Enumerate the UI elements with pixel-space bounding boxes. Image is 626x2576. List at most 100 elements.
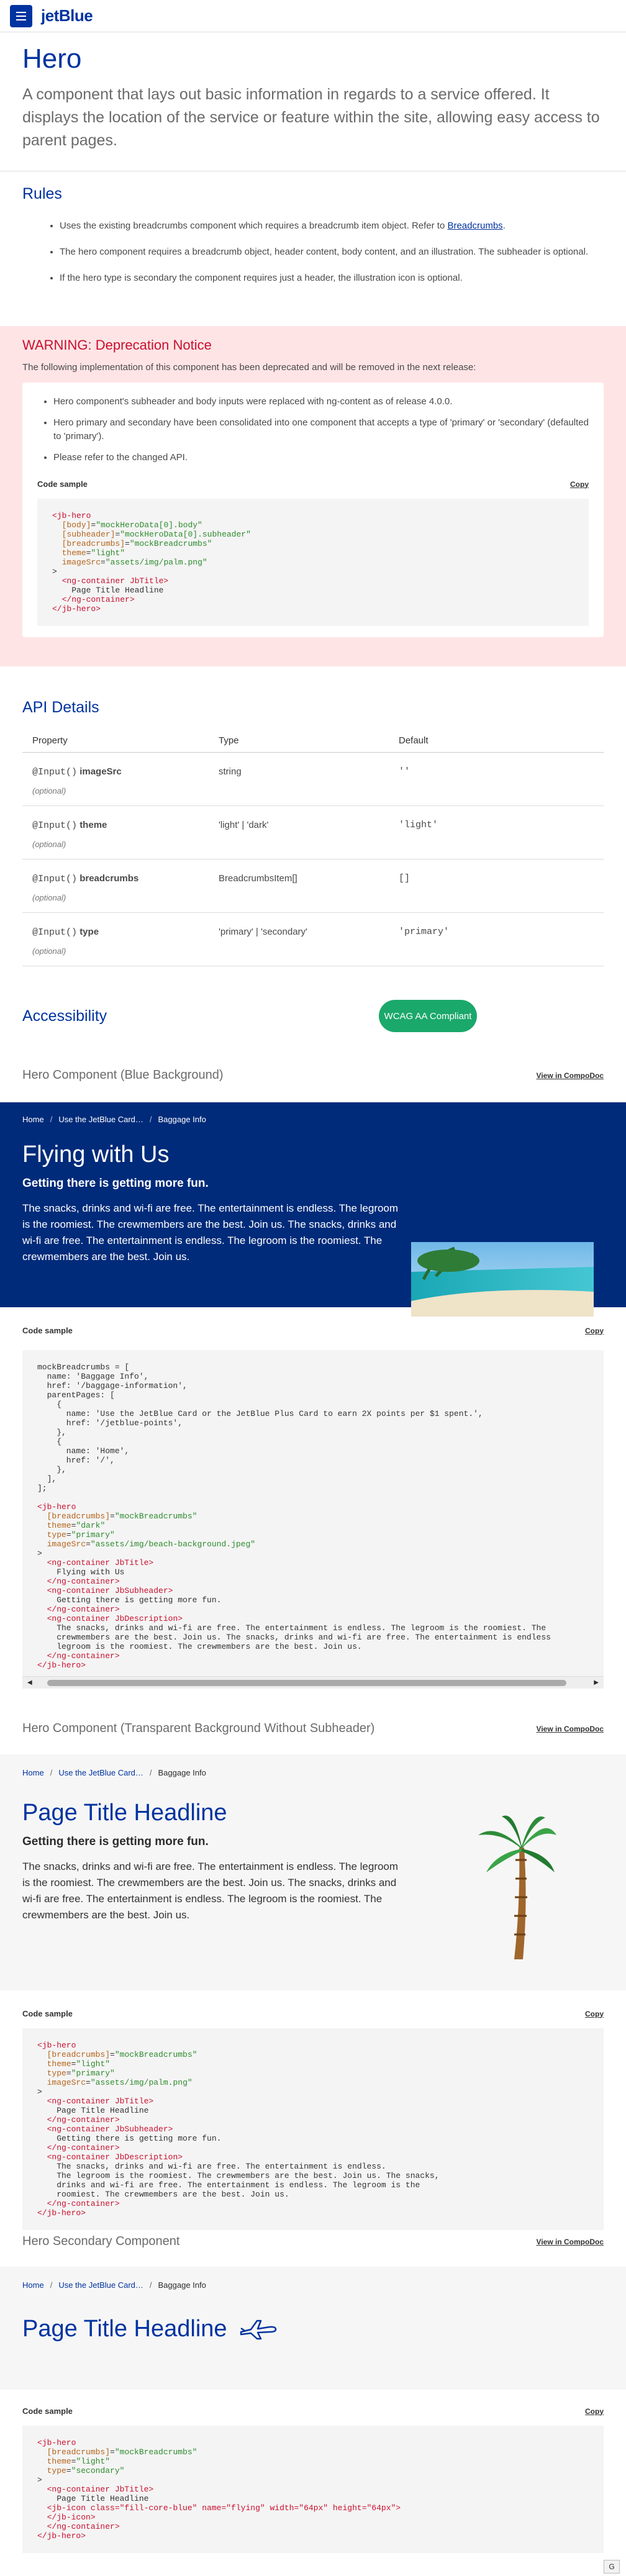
table-row: @Input() imageSrc (optional) string '' [22,752,604,806]
table-row: @Input() type (optional) 'primary' | 'sec… [22,912,604,966]
rule-item: If the hero type is secondary the compon… [60,271,604,285]
corner-g-button[interactable]: G [604,2560,620,2574]
property-type: string [209,752,389,806]
page-title: Hero [22,43,82,74]
demo-header: Hero Component (Transparent Background W… [0,1721,626,1736]
breadcrumb-home[interactable]: Home [22,2280,44,2290]
column-header: Property [22,729,209,753]
rules-section: Rules Uses the existing breadcrumbs comp… [0,185,626,297]
table-row: @Input() breadcrumbs (optional) Breadcrum… [22,859,604,913]
decorator: @Input() [32,820,78,831]
demo-heading: Hero Secondary Component [22,2234,180,2248]
breadcrumb-home[interactable]: Home [22,1115,44,1124]
code-sample-header: Code sample Copy [22,2009,604,2018]
code-block[interactable]: <jb-hero [body]="mockHeroData[0].body" [… [37,499,589,626]
breadcrumb-current: Baggage Info [158,1115,206,1124]
copy-button[interactable]: Copy [585,2010,604,2018]
view-compodoc-link[interactable]: View in CompoDoc [537,1071,604,1080]
demo-header: Hero Component (Blue Background) View in… [0,1068,626,1082]
hero-blue-demo: Home / Use the JetBlue Card… / Baggage Inf… [0,1102,626,1317]
code-block[interactable]: <jb-hero [breadcrumbs]="mockBreadcrumbs"… [22,2426,604,2553]
api-section: API Details Property Type Default @Input… [0,699,626,966]
api-table: Property Type Default @Input() imageSrc (… [22,729,604,966]
property-default: '' [389,752,604,806]
copy-button[interactable]: Copy [570,480,589,489]
code-sample-header: Code sample Copy [37,479,589,489]
hero-title: Page Title Headline [22,2316,227,2342]
hamburger-icon [16,11,26,13]
breadcrumb-parent[interactable]: Use the JetBlue Card… [58,1115,143,1124]
palm-tree-illustration [478,1815,556,1959]
page-header: Hero A component that lays out basic inf… [0,43,626,152]
property-type: 'light' | 'dark' [209,805,389,859]
breadcrumb: Home / Use the JetBlue Card… / Baggage Inf… [22,1115,206,1124]
warning-intro: The following implementation of this com… [22,362,476,373]
flying-icon [240,2320,276,2339]
rule-item: Uses the existing breadcrumbs component … [60,219,604,233]
api-heading: API Details [22,699,99,716]
rules-heading: Rules [22,185,62,202]
code-block[interactable]: mockBreadcrumbs = [ name: 'Baggage Info'… [22,1350,604,1676]
breadcrumb: Home / Use the JetBlue Card… / Baggage Inf… [22,2280,206,2290]
breadcrumb-current: Baggage Info [158,1768,206,1777]
rule-item: The hero component requires a breadcrumb… [60,245,604,259]
breadcrumb: Home / Use the JetBlue Card… / Baggage Inf… [22,1768,206,1777]
deprecation-warning: WARNING: Deprecation Notice The followin… [0,326,626,666]
breadcrumb-parent[interactable]: Use the JetBlue Card… [58,2280,143,2290]
page-description: A component that lays out basic informat… [22,86,600,149]
column-header: Default [389,729,604,753]
property-name: imageSrc [79,766,122,777]
code-sample-label: Code sample [22,2406,73,2416]
hero-body: The snacks, drinks and wi-fi are free. T… [22,1202,399,1263]
optional-label: (optional) [32,893,66,902]
menu-button[interactable] [10,4,32,27]
copy-button[interactable]: Copy [585,1327,604,1335]
code-sample-label: Code sample [22,2009,73,2018]
copy-button[interactable]: Copy [585,2407,604,2416]
warning-item: Hero primary and secondary have been con… [53,416,589,443]
breadcrumbs-link[interactable]: Breadcrumbs [447,220,502,231]
code-sample-label: Code sample [37,479,88,489]
scroll-thumb[interactable] [47,1679,566,1686]
hero-transparent-demo: Home / Use the JetBlue Card… / Baggage Inf… [0,1754,626,1990]
property-default: [] [389,859,604,913]
warning-heading: WARNING: Deprecation Notice [22,337,212,353]
breadcrumb-parent[interactable]: Use the JetBlue Card… [58,1768,143,1777]
accessibility-section: Accessibility WCAG AA Compliant [0,1000,626,1037]
view-compodoc-link[interactable]: View in CompoDoc [537,1725,604,1733]
property-default: 'light' [389,805,604,859]
optional-label: (optional) [32,786,66,796]
breadcrumb-current: Baggage Info [158,2280,206,2290]
property-name: theme [79,820,107,830]
rules-list: Uses the existing breadcrumbs component … [22,219,604,285]
optional-label: (optional) [32,840,66,849]
code-sample-header: Code sample Copy [22,2406,604,2416]
property-name: breadcrumbs [79,873,139,884]
decorator: @Input() [32,767,78,778]
scroll-right-icon[interactable]: ▶ [594,1679,599,1686]
breadcrumb-home[interactable]: Home [22,1768,44,1777]
warning-item: Hero component's subheader and body inpu… [53,395,589,409]
beach-image [411,1242,594,1317]
column-header: Type [209,729,389,753]
hero-body: The snacks, drinks and wi-fi are free. T… [22,1861,399,1921]
accessibility-heading: Accessibility [22,1007,107,1025]
warning-item: Please refer to the changed API. [53,451,589,465]
code-sample-header: Code sample Copy [22,1326,604,1335]
demo-header: Hero Secondary Component View in CompoDo… [0,2234,626,2249]
decorator: @Input() [32,874,78,884]
horizontal-scrollbar[interactable]: ◀ ▶ [22,1676,604,1689]
jetblue-logo[interactable]: jetBlue [41,6,93,25]
view-compodoc-link[interactable]: View in CompoDoc [537,2238,604,2246]
property-default: 'primary' [389,912,604,966]
decorator: @Input() [32,927,78,938]
demo-heading: Hero Component (Transparent Background W… [22,1721,375,1735]
wcag-badge: WCAG AA Compliant [379,1000,477,1032]
demo1-code: Code sample Copy mockBreadcrumbs = [ nam… [0,1326,626,1689]
warning-list: Hero component's subheader and body inpu… [37,395,589,465]
hero-secondary-demo: Home / Use the JetBlue Card… / Baggage Inf… [0,2267,626,2390]
code-block[interactable]: <jb-hero [breadcrumbs]="mockBreadcrumbs"… [22,2028,604,2230]
table-row: @Input() theme (optional) 'light' | 'dark… [22,805,604,859]
scroll-left-icon[interactable]: ◀ [27,1679,32,1686]
property-type: BreadcrumbsItem[] [209,859,389,913]
